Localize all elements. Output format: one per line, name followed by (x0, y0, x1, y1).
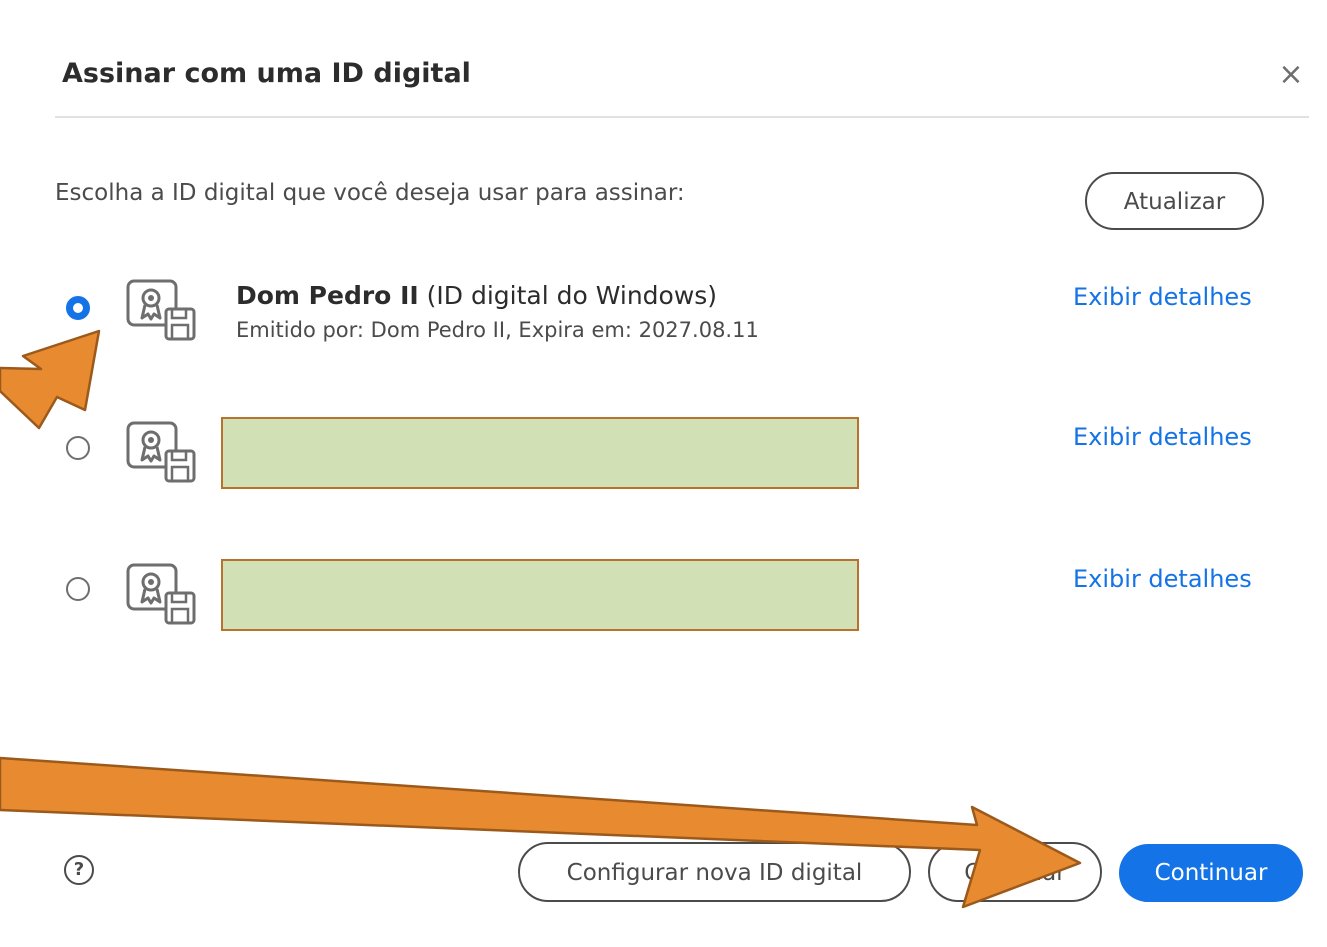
help-icon[interactable]: ? (64, 855, 94, 885)
digital-id-radio[interactable] (66, 436, 90, 460)
dialog-title: Assinar com uma ID digital (62, 58, 471, 89)
redacted-id-details (221, 417, 859, 489)
digital-id-radio-selected[interactable] (66, 296, 90, 320)
digital-id-radio[interactable] (66, 577, 90, 601)
refresh-button[interactable]: Atualizar (1085, 172, 1264, 230)
digital-id-name: Dom Pedro II (ID digital do Windows) (236, 281, 718, 310)
view-details-link[interactable]: Exibir detalhes (1073, 423, 1252, 451)
choose-id-prompt: Escolha a ID digital que você deseja usa… (55, 180, 685, 206)
close-icon[interactable]: × (1276, 60, 1306, 90)
digital-id-issuer: Emitido por: Dom Pedro II, Expira em: 20… (236, 318, 759, 342)
sign-with-digital-id-dialog: Assinar com uma ID digital × Escolha a I… (0, 0, 1327, 947)
certificate-icon (126, 279, 196, 341)
certificate-icon (126, 563, 196, 625)
view-details-link[interactable]: Exibir detalhes (1073, 283, 1252, 311)
view-details-link[interactable]: Exibir detalhes (1073, 565, 1252, 593)
certificate-icon (126, 421, 196, 483)
title-divider (55, 116, 1309, 118)
configure-new-id-button[interactable]: Configurar nova ID digital (518, 842, 911, 902)
cancel-button[interactable]: Cancelar (928, 842, 1102, 902)
annotation-arrow-up (0, 329, 101, 430)
continue-button[interactable]: Continuar (1119, 844, 1303, 902)
redacted-id-details (221, 559, 859, 631)
